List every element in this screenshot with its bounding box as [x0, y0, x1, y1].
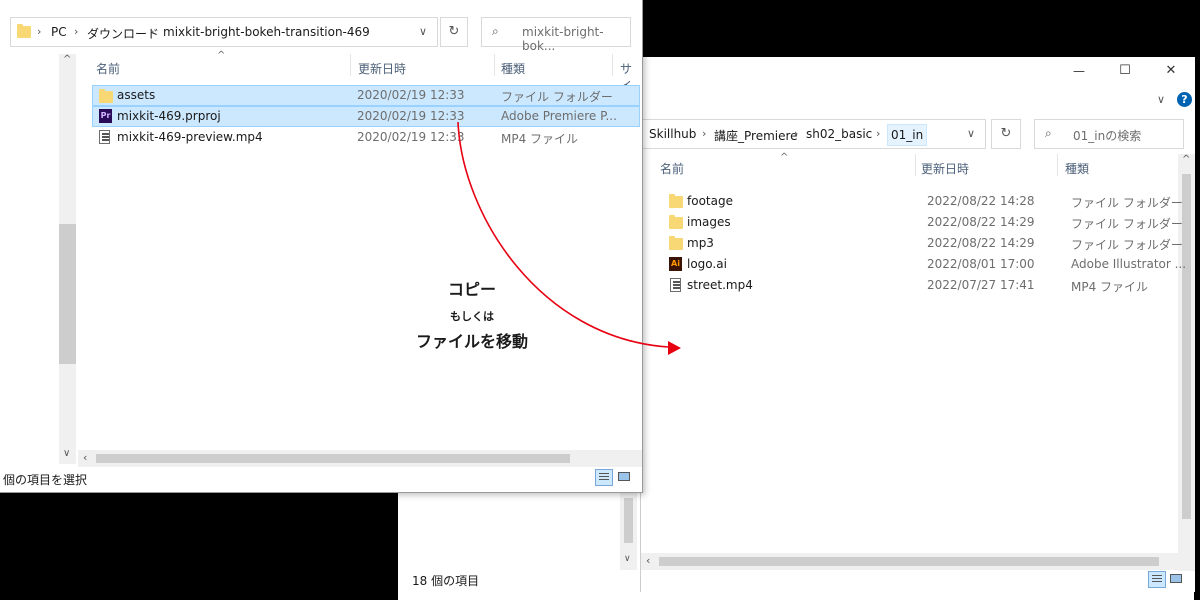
copy-move-arrow — [457, 121, 681, 355]
